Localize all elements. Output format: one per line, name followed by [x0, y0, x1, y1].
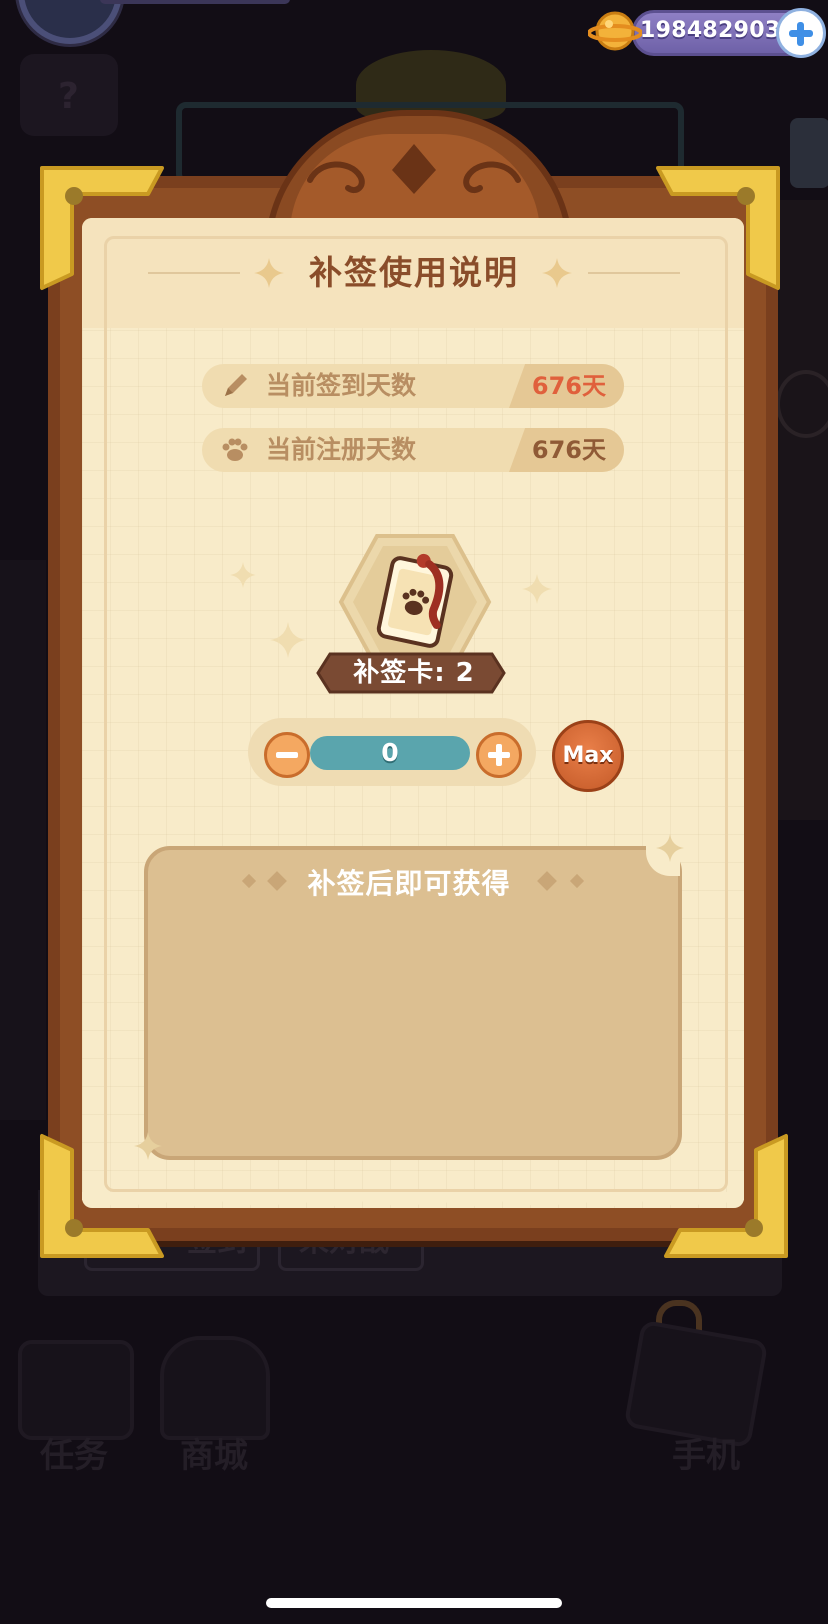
nav-phone-label[interactable]: 手机	[672, 1428, 740, 1477]
background-side-icon	[776, 370, 828, 438]
nav-task-label[interactable]: 任务	[40, 1428, 108, 1477]
currency-amount: 198482903	[640, 18, 781, 43]
stat-row-register-days: 当前注册天数 676天	[202, 428, 624, 472]
stat-label: 当前签到天数	[266, 371, 417, 400]
coin-planet-icon	[588, 11, 642, 51]
background-clip-icon	[790, 118, 828, 188]
pencil-icon	[225, 374, 247, 396]
question-icon: ?	[58, 76, 79, 117]
sparkle-icon	[134, 1132, 162, 1160]
paw-icon	[222, 438, 248, 461]
stat-label: 当前注册天数	[266, 435, 417, 464]
profile-avatar[interactable]	[18, 0, 122, 44]
add-currency-button[interactable]	[776, 8, 826, 58]
nav-shop-icon[interactable]	[160, 1336, 270, 1440]
quantity-input[interactable]: 0	[310, 736, 470, 770]
stat-value: 676天	[531, 436, 606, 464]
corner-top-left	[40, 166, 164, 290]
nav-shop-label[interactable]: 商城	[180, 1428, 248, 1477]
dialog-title: 补签使用说明	[309, 253, 519, 292]
max-button[interactable]: Max	[552, 720, 624, 792]
stat-value: 676天	[531, 372, 606, 400]
home-indicator[interactable]	[266, 1598, 562, 1608]
help-button[interactable]: ?	[20, 54, 118, 136]
plus-button[interactable]	[476, 732, 522, 778]
minus-button[interactable]	[264, 732, 310, 778]
paper-scallop-edge	[82, 1192, 744, 1206]
signin-card-count: 补签卡: 2	[353, 658, 475, 688]
nav-task-icon[interactable]	[18, 1340, 134, 1440]
sparkle-icon	[656, 834, 684, 862]
background-left-panel	[0, 560, 46, 1120]
sparkle-icon	[230, 562, 256, 588]
corner-bottom-right	[664, 1134, 788, 1258]
sparkle-icon	[270, 622, 306, 658]
crest-ornament-icon	[307, 144, 521, 194]
background-side-panel	[778, 200, 828, 820]
stat-row-checkin-days: 当前签到天数 676天	[202, 364, 624, 408]
sparkle-icon	[522, 574, 552, 604]
reward-panel-title: 补签后即可获得	[307, 867, 511, 900]
profile-bar	[100, 0, 290, 4]
